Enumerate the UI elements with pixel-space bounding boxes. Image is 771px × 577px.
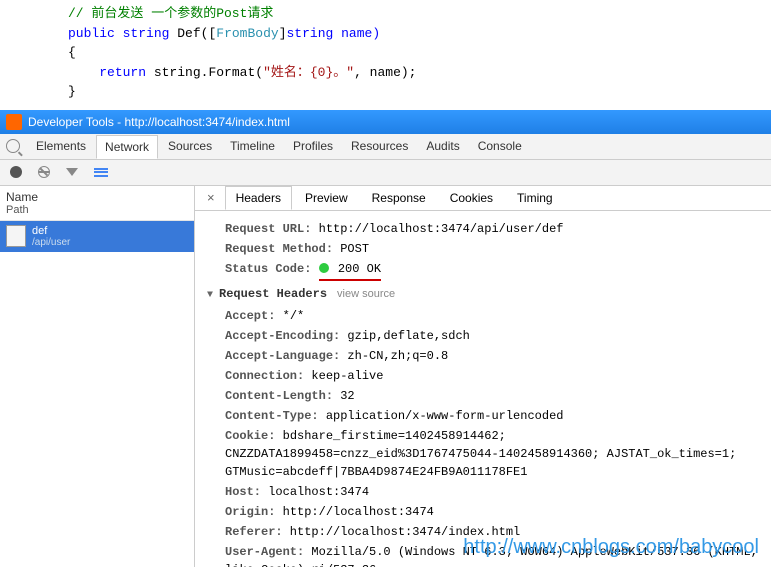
tab-sources[interactable]: Sources [160, 135, 220, 157]
header-value: localhost:3474 [261, 485, 369, 499]
code-comment: // 前台发送 一个参数的Post请求 [68, 6, 273, 21]
header-key: Origin: [225, 505, 275, 519]
header-row: Host: localhost:3474 [207, 482, 759, 502]
devtools-titlebar: Developer Tools - http://localhost:3474/… [0, 110, 771, 134]
method: Def( [169, 26, 208, 41]
close-icon[interactable]: × [199, 190, 223, 205]
header-key: Cookie: [225, 429, 275, 443]
tab-network[interactable]: Network [96, 135, 158, 159]
header-key: Accept: [225, 309, 275, 323]
view-source-link[interactable]: view source [337, 288, 395, 300]
header-row: Origin: http://localhost:3474 [207, 502, 759, 522]
header-value: */* [275, 309, 304, 323]
document-icon [6, 225, 26, 247]
header-row: Accept: */* [207, 306, 759, 326]
header-value: zh-CN,zh;q=0.8 [340, 349, 448, 363]
code-editor: // 前台发送 一个参数的Post请求 public string Def([F… [0, 0, 771, 110]
header-value: bdshare_firstime=1402458914462; CNZZDATA… [225, 429, 736, 479]
header-key: Connection: [225, 369, 304, 383]
tab-timeline[interactable]: Timeline [222, 135, 283, 157]
header-row: Accept-Encoding: gzip,deflate,sdch [207, 326, 759, 346]
tab-headers[interactable]: Headers [225, 186, 292, 210]
tab-elements[interactable]: Elements [28, 135, 94, 157]
header-value: keep-alive [304, 369, 383, 383]
header-value: http://localhost:3474/index.html [283, 525, 521, 539]
status-dot-icon [319, 263, 329, 273]
filter-icon[interactable] [66, 168, 78, 176]
request-list-header: Name Path [0, 186, 194, 221]
attr: FromBody [216, 26, 278, 41]
devtools-icon [6, 114, 22, 130]
header-value: gzip,deflate,sdch [340, 329, 470, 343]
request-path: /api/user [32, 237, 188, 248]
col-name: Name [6, 190, 188, 204]
header-row: Connection: keep-alive [207, 366, 759, 386]
tail: , name); [354, 65, 416, 80]
brace: { [68, 43, 771, 63]
kw: string [123, 26, 170, 41]
section-request-headers[interactable]: Request Headers view source [207, 282, 759, 306]
search-icon[interactable] [6, 139, 20, 153]
call: string.Format( [146, 65, 263, 80]
header-row: Content-Type: application/x-www-form-url… [207, 406, 759, 426]
status-value: 200 OK [338, 262, 381, 276]
tab-audits[interactable]: Audits [418, 135, 467, 157]
header-key: Accept-Language: [225, 349, 340, 363]
header-row: Accept-Language: zh-CN,zh;q=0.8 [207, 346, 759, 366]
request-list: Name Path def /api/user [0, 186, 195, 567]
header-row: Cookie: bdshare_firstime=1402458914462; … [207, 426, 759, 482]
header-value: Mozilla/5.0 (Windows NT 6.3; WOW64) Appl… [225, 545, 758, 567]
header-value: 32 [333, 389, 355, 403]
tab-cookies[interactable]: Cookies [439, 186, 504, 210]
tab-resources[interactable]: Resources [343, 135, 416, 157]
tab-console[interactable]: Console [470, 135, 530, 157]
view-icon[interactable] [94, 168, 108, 177]
header-key: Content-Type: [225, 409, 319, 423]
panel-tabs: × Headers Preview Response Cookies Timin… [195, 186, 771, 211]
tab-response[interactable]: Response [361, 186, 437, 210]
kw: return [99, 65, 146, 80]
header-key: Referer: [225, 525, 283, 539]
punct: ] [279, 26, 287, 41]
param: string name) [287, 26, 381, 41]
value: POST [340, 242, 369, 256]
tab-timing[interactable]: Timing [506, 186, 564, 210]
headers-panel: Request URL: http://localhost:3474/api/u… [195, 211, 771, 567]
brace: } [68, 82, 771, 102]
label: Request URL: [225, 222, 311, 236]
header-key: Host: [225, 485, 261, 499]
record-icon[interactable] [10, 166, 22, 178]
network-filter-bar [0, 160, 771, 186]
header-value: http://localhost:3474 [275, 505, 433, 519]
tab-preview[interactable]: Preview [294, 186, 359, 210]
col-path: Path [6, 204, 188, 216]
header-row: User-Agent: Mozilla/5.0 (Windows NT 6.3;… [207, 542, 759, 567]
header-key: Accept-Encoding: [225, 329, 340, 343]
request-name: def [32, 225, 188, 237]
details-pane: × Headers Preview Response Cookies Timin… [195, 186, 771, 567]
header-row: Referer: http://localhost:3474/index.htm… [207, 522, 759, 542]
header-key: Content-Length: [225, 389, 333, 403]
devtools-main: Name Path def /api/user × Headers Previe… [0, 186, 771, 567]
devtools-toolbar: Elements Network Sources Timeline Profil… [0, 134, 771, 160]
string-literal: "姓名：{0}。" [263, 65, 354, 80]
kw: public [68, 26, 115, 41]
section-label: Request Headers [219, 287, 327, 301]
header-value: application/x-www-form-urlencoded [319, 409, 564, 423]
tab-profiles[interactable]: Profiles [285, 135, 341, 157]
request-item[interactable]: def /api/user [0, 221, 194, 252]
header-key: User-Agent: [225, 545, 304, 559]
label: Request Method: [225, 242, 333, 256]
header-row: Content-Length: 32 [207, 386, 759, 406]
devtools-title: Developer Tools - http://localhost:3474/… [28, 115, 290, 129]
clear-icon[interactable] [38, 166, 50, 178]
label: Status Code: [225, 262, 311, 276]
value: http://localhost:3474/api/user/def [319, 222, 564, 236]
